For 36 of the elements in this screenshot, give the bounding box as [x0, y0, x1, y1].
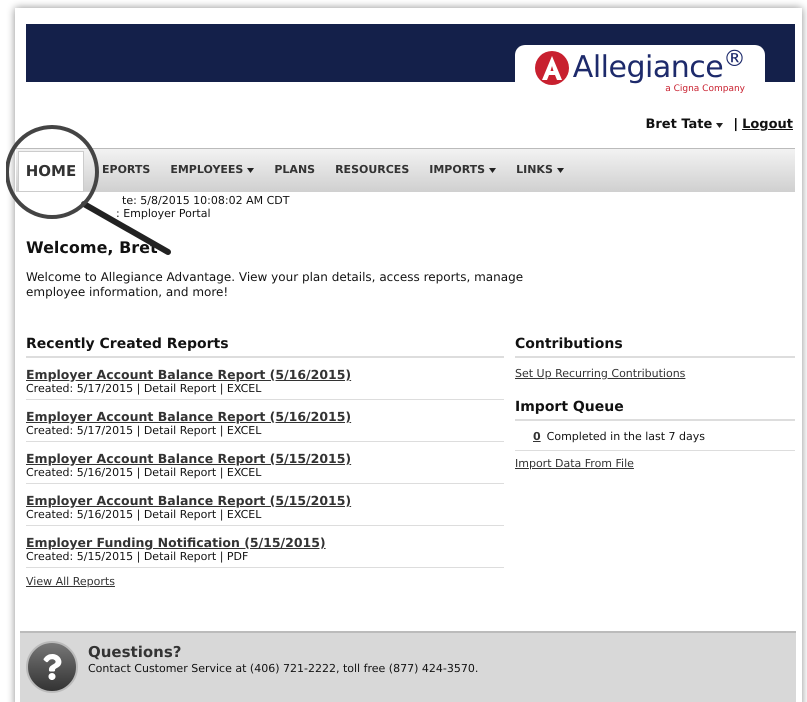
nav-tab[interactable]: HOME — [18, 151, 84, 192]
report-details: Created: 5/16/2015 | Detail Report | EXCEL — [26, 466, 262, 479]
nav-tab[interactable]: LINKS — [506, 149, 574, 192]
report-link[interactable]: Employer Funding Notification (5/15/2015) — [26, 535, 326, 550]
user-menu[interactable]: Bret Tate — [645, 115, 724, 135]
report-details: Created: 5/17/2015 | Detail Report | EXCEL — [26, 382, 262, 395]
import-count-link[interactable]: 0 — [533, 428, 541, 445]
nav-tab[interactable]: EPORTS — [92, 149, 160, 192]
section-title: Contributions — [515, 334, 795, 358]
report-link[interactable]: Employer Account Balance Report (5/16/2015) — [26, 409, 352, 424]
report-link[interactable]: Employer Account Balance Report (5/16/2015) — [26, 367, 352, 382]
nav-tab[interactable]: IMPORTS — [419, 149, 506, 192]
separator: | — [733, 116, 738, 134]
report-link[interactable]: Employer Account Balance Report (5/15/2015) — [26, 451, 352, 466]
report-details: Created: 5/17/2015 | Detail Report | EXCEL — [26, 424, 262, 437]
logo-tagline: a Cigna Company — [665, 85, 745, 94]
logout-link[interactable]: Logout — [742, 115, 793, 135]
report-link[interactable]: Employer Account Balance Report (5/15/2015) — [26, 493, 352, 508]
import-status: Completed in the last 7 days — [546, 428, 706, 444]
nav-tab[interactable]: EMPLOYEES — [160, 149, 264, 192]
last-login-date: te: 5/8/2015 10:08:02 AM CDT — [121, 194, 290, 207]
nav-tab[interactable]: RESOURCES — [325, 149, 420, 192]
help-title: Questions? — [88, 644, 182, 661]
nav-tab[interactable]: PLANS — [264, 149, 326, 192]
welcome-text: Welcome to Allegiance Advantage. View your plan details, access reports, manage employee information, and more! — [26, 270, 524, 300]
view-all-link[interactable]: View All Reports — [26, 574, 115, 590]
logo-icon — [534, 51, 569, 85]
help-text: Contact Customer Service at (406) 721-2222, toll free (877) 424-3570. — [88, 661, 478, 677]
section-title: Import Queue — [515, 396, 795, 420]
contributions-link[interactable]: Set Up Recurring Contributions — [515, 366, 686, 382]
report-details: Created: 5/16/2015 | Detail Report | EXCEL — [26, 508, 262, 521]
report-details: Created: 5/15/2015 | Detail Report | PDF — [26, 550, 250, 563]
import-link[interactable]: Import Data From File — [515, 456, 634, 472]
section-title: Recently Created Reports — [26, 334, 504, 358]
last-login-source: : Employer Portal — [115, 207, 212, 220]
help-icon — [26, 641, 78, 693]
